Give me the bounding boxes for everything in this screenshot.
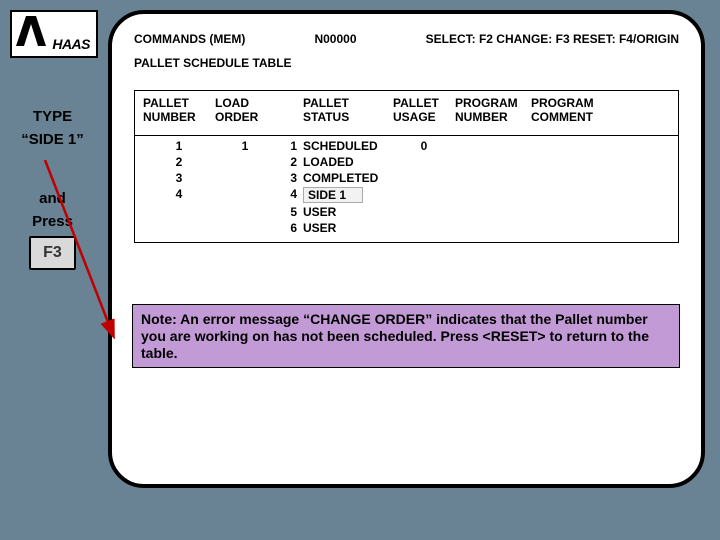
header-left: COMMANDS (MEM) [134,32,245,46]
f3-key[interactable]: F3 [29,236,76,270]
screen-header: COMMANDS (MEM) N00000 SELECT: F2 CHANGE:… [134,32,679,46]
haas-logo: HAAS [10,10,98,58]
status-input-highlight[interactable]: SIDE 1 [303,187,363,203]
table-row[interactable]: 6USER [143,220,670,236]
logo-text: HAAS [52,36,90,52]
col-pallet-number: PALLETNUMBER [143,97,215,125]
table-body: 111SCHEDULED022LOADED33COMPLETED44SIDE 1… [135,135,678,242]
header-mid: N00000 [314,32,356,46]
col-load-order: LOADORDER [215,97,275,125]
note-box: Note: An error message “CHANGE ORDER” in… [132,304,680,368]
and-label: and [10,190,95,207]
col-program-comment: PROGRAMCOMMENT [531,97,670,125]
col-pallet-usage: PALLETUSAGE [393,97,455,125]
screen-subtitle: PALLET SCHEDULE TABLE [134,56,679,70]
pallet-schedule-table: PALLETNUMBER LOADORDER PALLETSTATUS PALL… [134,90,679,243]
table-row[interactable]: 44SIDE 1 [143,186,670,204]
col-pallet-status: PALLETSTATUS [303,97,393,125]
table-header: PALLETNUMBER LOADORDER PALLETSTATUS PALL… [135,91,678,135]
type-label: TYPE [10,108,95,125]
cnc-screen-panel: COMMANDS (MEM) N00000 SELECT: F2 CHANGE:… [108,10,705,488]
type-value: “SIDE 1” [10,131,95,148]
table-row[interactable]: 5USER [143,204,670,220]
table-row[interactable]: 33COMPLETED [143,170,670,186]
table-row[interactable]: 111SCHEDULED0 [143,138,670,154]
table-row[interactable]: 22LOADED [143,154,670,170]
press-label: Press [10,213,95,230]
col-program-number: PROGRAMNUMBER [455,97,531,125]
header-right: SELECT: F2 CHANGE: F3 RESET: F4/ORIGIN [426,32,679,46]
instruction-sidebar: TYPE “SIDE 1” and Press F3 [10,108,95,276]
